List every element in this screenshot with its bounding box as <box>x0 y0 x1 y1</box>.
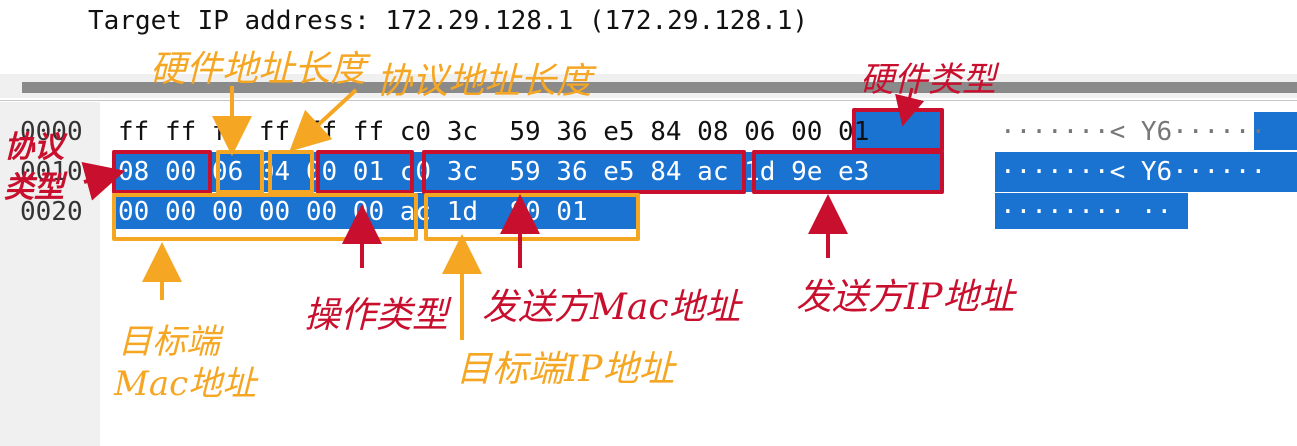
note-hardware-type: 硬件类型 <box>860 60 996 100</box>
note-target-mac-2: Mac地址 <box>114 364 257 404</box>
note-target-ip: 目标端IP地址 <box>456 349 675 390</box>
arrow-proto-addr-len <box>289 88 358 152</box>
note-opcode: 操作类型 <box>304 295 449 336</box>
note-proto-addr-len: 协议地址长度 <box>376 61 593 102</box>
note-hw-addr-len: 硬件地址长度 <box>150 49 367 90</box>
arrow-protocol-type <box>81 161 126 201</box>
note-sender-ip: 发送方IP地址 <box>796 277 1015 318</box>
note-protocol-type: 协议类型 <box>4 130 64 205</box>
note-sender-mac: 发送方Mac地址 <box>482 287 741 328</box>
